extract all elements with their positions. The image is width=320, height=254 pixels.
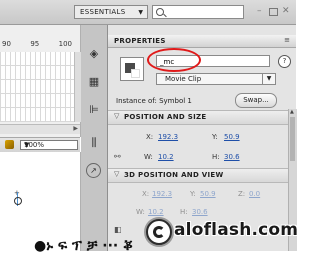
panel-dock: ◈ ▦ ⊫ ⫼ ↗ [81, 25, 108, 251]
scroll-right-arrow-icon[interactable]: ▶ [73, 125, 78, 132]
ruler-label: 95 [30, 40, 40, 48]
instance-of-value: Symbol 1 [159, 97, 192, 105]
library-panel-icon[interactable]: ⫼ [86, 135, 102, 151]
color-panel-icon[interactable]: ◈ [86, 45, 102, 61]
search-input[interactable] [167, 7, 239, 17]
site-logo-icon [146, 219, 172, 245]
minimize-icon[interactable]: – [257, 6, 262, 16]
watermark-text: aloflash.com [174, 220, 299, 240]
3d-h-label: H: [180, 208, 188, 216]
properties-panel: PROPERTIES ≡ ? Movie Clip ▼ Instance of:… [108, 25, 297, 251]
3d-z-label: Z: [238, 190, 246, 198]
expand-triangle-icon: ▽ [114, 170, 120, 178]
frame-ruler: 90 95 100 [0, 40, 80, 50]
search-icon [156, 8, 164, 16]
help-search-field[interactable] [152, 5, 244, 19]
symbol-type-select[interactable]: Movie Clip ▼ [156, 73, 276, 85]
chevron-down-icon: ▼ [138, 8, 143, 16]
maximize-icon[interactable] [269, 8, 278, 16]
swap-button[interactable]: Swap... [235, 93, 277, 108]
chevron-down-icon: ▼ [24, 141, 30, 149]
symbol-type-value: Movie Clip [165, 75, 202, 83]
timeline-panel: 90 95 100 ▶ [0, 25, 81, 137]
scroll-up-arrow-icon[interactable]: ▲ [290, 109, 294, 115]
transformation-point-icon[interactable] [14, 197, 22, 205]
watermark-garbled-text: ●ኑ ፍ ፕ ቻ ··· ቖ [34, 238, 133, 254]
3d-w-label: W: [136, 208, 145, 216]
3d-x-value: 192.3 [152, 190, 173, 198]
w-value[interactable]: 10.2 [158, 153, 174, 161]
swatches-panel-icon[interactable]: ▦ [86, 73, 102, 89]
section-title: POSITION AND SIZE [124, 113, 207, 121]
lock-proportions-icon[interactable]: ⚯ [114, 152, 121, 161]
workspace-label: ESSENTIALS [80, 8, 126, 16]
stage-edit-bar: 100% ▼ [0, 137, 80, 153]
scrollbar-thumb[interactable] [290, 117, 295, 161]
x-value[interactable]: 192.3 [158, 133, 178, 141]
y-label: Y: [212, 133, 218, 141]
3d-y-label: Y: [190, 190, 196, 198]
y-value[interactable]: 50.9 [224, 133, 240, 141]
ruler-label: 100 [58, 40, 72, 48]
instance-name-field[interactable] [156, 55, 270, 67]
h-label: H: [212, 153, 220, 161]
section-title: 3D POSITION AND VIEW [124, 171, 224, 179]
align-panel-icon[interactable]: ⊫ [86, 101, 102, 117]
motion-presets-icon[interactable]: ↗ [86, 163, 101, 178]
panel-title: PROPERTIES [114, 37, 166, 45]
panel-menu-icon[interactable]: ≡ [284, 36, 290, 44]
app-top-bar: ESSENTIALS ▼ – ✕ [0, 0, 296, 25]
position-size-section-header[interactable]: ▽ POSITION AND SIZE [108, 110, 288, 125]
properties-header: PROPERTIES ≡ [108, 35, 296, 48]
ruler-label: 90 [2, 40, 11, 48]
timeline-horizontal-scrollbar[interactable]: ▶ [0, 124, 80, 134]
3d-h-value: 30.6 [192, 208, 208, 216]
workspace-switcher[interactable]: ESSENTIALS ▼ [74, 5, 148, 19]
expand-triangle-icon: ▽ [114, 112, 120, 120]
perspective-angle-icon[interactable]: ◧ [114, 225, 122, 234]
3d-z-value: 0.0 [249, 190, 261, 198]
instance-of-label: Instance of: [116, 97, 157, 105]
3d-y-value: 50.9 [200, 190, 216, 198]
instance-of-row: Instance of: Symbol 1 [116, 97, 192, 105]
stage-canvas[interactable]: + [0, 152, 81, 251]
help-icon[interactable]: ? [278, 55, 291, 68]
x-label: X: [146, 133, 154, 141]
h-value[interactable]: 30.6 [224, 153, 240, 161]
3d-position-section-header[interactable]: ▽ 3D POSITION AND VIEW [108, 168, 288, 183]
chevron-down-icon: ▼ [262, 74, 275, 84]
instance-name-input[interactable] [160, 57, 264, 66]
3d-x-label: X: [142, 190, 150, 198]
frame-grid[interactable] [0, 52, 74, 122]
timeline-vertical-scrollbar[interactable] [74, 52, 81, 122]
close-icon[interactable]: ✕ [282, 6, 290, 16]
zoom-select[interactable]: 100% ▼ [20, 140, 78, 150]
edit-symbols-icon[interactable] [5, 140, 14, 149]
movie-clip-symbol-icon [120, 57, 144, 81]
3d-w-value: 10.2 [148, 208, 164, 216]
w-label: W: [144, 153, 153, 161]
